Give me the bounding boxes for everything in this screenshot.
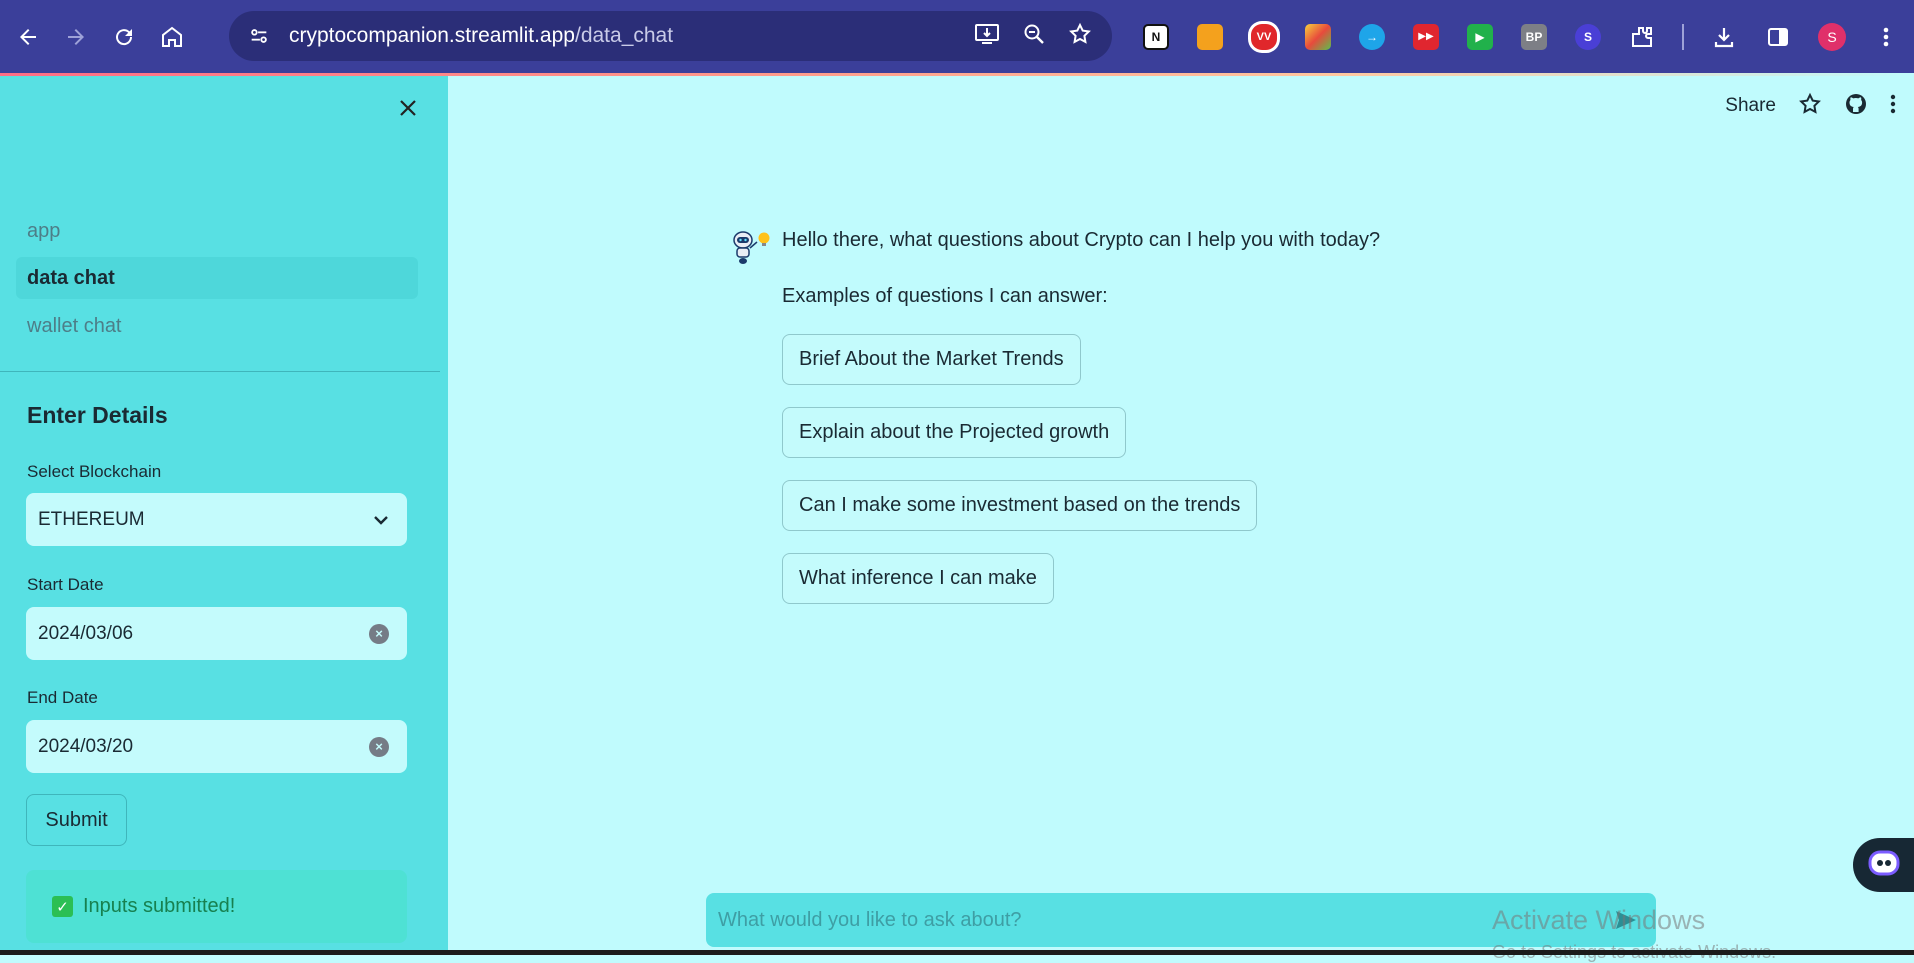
- chevron-down-icon[interactable]: [373, 493, 389, 546]
- install-app-icon[interactable]: [974, 22, 1000, 51]
- home-icon[interactable]: [152, 17, 192, 57]
- clear-start-date-icon[interactable]: ×: [369, 607, 389, 660]
- profile-avatar[interactable]: S: [1812, 17, 1852, 57]
- arrow-extension-icon[interactable]: →: [1352, 17, 1392, 57]
- example-question-button[interactable]: Brief About the Market Trends: [782, 334, 1081, 385]
- success-text: Inputs submitted!: [83, 895, 236, 917]
- s-extension-icon[interactable]: S: [1568, 17, 1608, 57]
- vv-icon[interactable]: VV: [1244, 17, 1284, 57]
- sidebar-item-app[interactable]: app: [16, 210, 418, 252]
- url-text[interactable]: cryptocompanion.streamlit.app/data_chat: [289, 24, 673, 48]
- taskbar-edge: [0, 950, 1914, 955]
- sidebar: app data chat wallet chat Enter Details …: [0, 76, 448, 955]
- submit-button[interactable]: Submit: [26, 794, 127, 846]
- forward-icon[interactable]: [56, 17, 96, 57]
- checkmark-icon: ✓: [52, 896, 73, 917]
- start-date-label: Start Date: [27, 575, 104, 594]
- play-green-icon[interactable]: ▶: [1460, 17, 1500, 57]
- greeting-text: Hello there, what questions about Crypto…: [782, 229, 1381, 251]
- back-icon[interactable]: [8, 17, 48, 57]
- start-date-value: 2024/03/06: [38, 622, 134, 644]
- example-question-button[interactable]: Can I make some investment based on the …: [782, 480, 1258, 531]
- blockchain-value: ETHEREUM: [38, 508, 145, 530]
- sidebar-item-wallet-chat[interactable]: wallet chat: [16, 305, 418, 347]
- office-icon[interactable]: [1190, 17, 1230, 57]
- colorful-icon[interactable]: [1298, 17, 1338, 57]
- url-path: /data_chat: [574, 24, 674, 47]
- end-date-label: End Date: [27, 688, 98, 707]
- browser-menu-icon[interactable]: [1866, 17, 1906, 57]
- end-date-field[interactable]: 2024/03/20 ×: [26, 720, 407, 773]
- sidebar-item-data-chat[interactable]: data chat: [16, 257, 418, 299]
- site-info-icon[interactable]: [241, 18, 277, 54]
- share-button[interactable]: Share: [1725, 95, 1776, 117]
- chat-input-placeholder: What would you like to ask about?: [718, 908, 1022, 931]
- toolbar-divider: [1682, 23, 1684, 50]
- app-toolbar: Share: [1725, 90, 1896, 122]
- clear-end-date-icon[interactable]: ×: [369, 720, 389, 773]
- puzzle-extensions-icon[interactable]: [1622, 17, 1662, 57]
- close-sidebar-icon[interactable]: [392, 92, 424, 124]
- robot-avatar-icon: [728, 228, 772, 268]
- blockchain-label: Select Blockchain: [27, 462, 162, 481]
- bp-icon[interactable]: BP: [1514, 17, 1554, 57]
- end-date-value: 2024/03/20: [38, 735, 134, 757]
- examples-intro: Examples of questions I can answer:: [782, 285, 1108, 307]
- side-panel-icon[interactable]: [1758, 17, 1798, 57]
- start-date-field[interactable]: 2024/03/06 ×: [26, 607, 407, 660]
- video-forward-icon[interactable]: ▶▶: [1406, 17, 1446, 57]
- floating-assistant-button[interactable]: [1853, 838, 1914, 892]
- address-bar[interactable]: cryptocompanion.streamlit.app/data_chat: [229, 11, 1112, 61]
- bookmark-star-icon[interactable]: [1068, 22, 1092, 51]
- clear-icon: ×: [369, 736, 389, 757]
- github-icon[interactable]: [1844, 92, 1868, 121]
- sidebar-divider: [0, 371, 440, 372]
- activate-windows-title: Activate Windows: [1492, 905, 1706, 935]
- favorite-star-icon[interactable]: [1798, 92, 1822, 121]
- example-question-button[interactable]: Explain about the Projected growth: [782, 407, 1127, 458]
- downloads-icon[interactable]: [1704, 17, 1744, 57]
- url-host: cryptocompanion.streamlit.app: [289, 24, 575, 47]
- notion-icon[interactable]: N: [1136, 17, 1176, 57]
- browser-toolbar: cryptocompanion.streamlit.app/data_chat …: [0, 0, 1914, 73]
- reload-icon[interactable]: [104, 17, 144, 57]
- success-alert: ✓ Inputs submitted!: [26, 870, 407, 943]
- example-question-button[interactable]: What inference I can make: [782, 553, 1054, 604]
- blockchain-select[interactable]: ETHEREUM: [26, 493, 407, 546]
- chat-bot-icon: [1867, 848, 1901, 883]
- extensions-bar: N VV → ▶▶ ▶ BP S S: [1136, 0, 1906, 73]
- sidebar-heading: Enter Details: [27, 402, 168, 428]
- zoom-icon[interactable]: [1022, 22, 1046, 51]
- clear-icon: ×: [369, 623, 389, 644]
- app-menu-icon[interactable]: [1890, 93, 1896, 120]
